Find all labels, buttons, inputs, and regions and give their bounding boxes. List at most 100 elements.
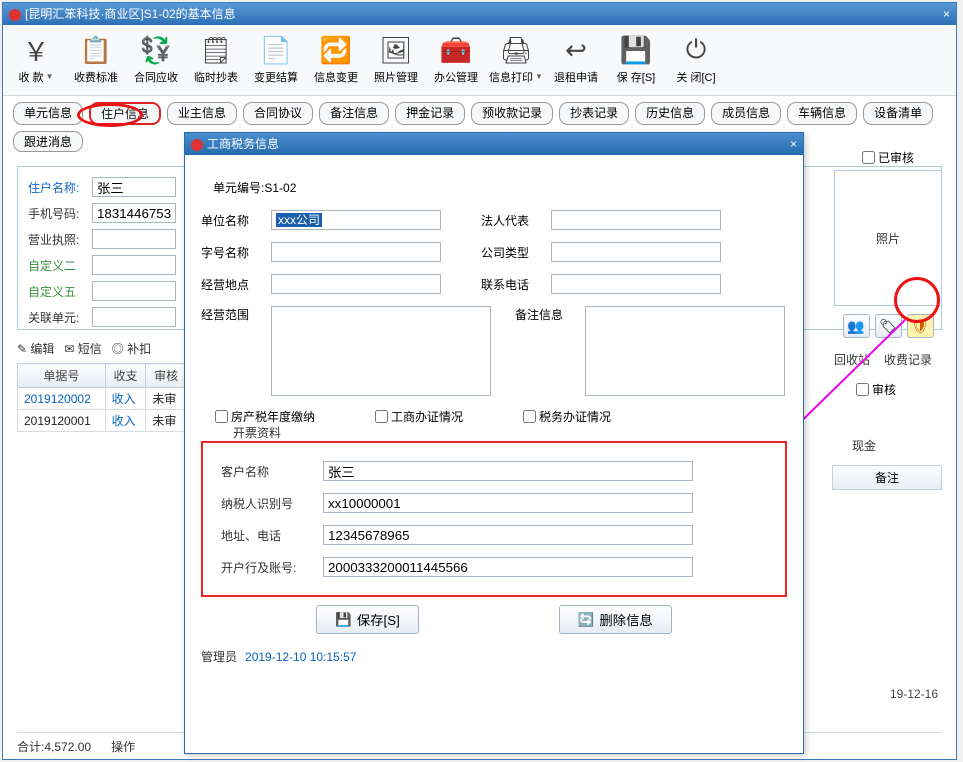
license-input[interactable] bbox=[92, 229, 176, 249]
tax-info-modal: 工商税务信息 × 单元编号:S1-02 单位名称 xxx公司 法人代表 字号名称… bbox=[184, 132, 804, 754]
toolbar-btn-0[interactable]: ￥收 款▼ bbox=[7, 31, 65, 91]
related-unit-label: 关联单元: bbox=[28, 309, 88, 326]
tab-7[interactable]: 抄表记录 bbox=[559, 102, 629, 125]
toolbar-btn-7[interactable]: 🧰办公管理 bbox=[427, 31, 485, 91]
toolbar-btn-6[interactable]: 🖼照片管理 bbox=[367, 31, 425, 91]
tab-12[interactable]: 跟进消息 bbox=[13, 131, 83, 152]
company-input[interactable]: xxx公司 bbox=[271, 210, 441, 230]
toolbar-icon: ⏻ bbox=[679, 33, 713, 67]
right-date: 19-12-16 bbox=[890, 687, 938, 701]
addr-label: 经营地点 bbox=[201, 276, 261, 293]
toolbar-btn-11[interactable]: ⏻关 闭[C] bbox=[667, 31, 725, 91]
brand-label: 字号名称 bbox=[201, 244, 261, 261]
tab-8[interactable]: 历史信息 bbox=[635, 102, 705, 125]
toolbar-btn-1[interactable]: 📋收费标准 bbox=[67, 31, 125, 91]
timestamp: 2019-12-10 10:15:57 bbox=[245, 650, 356, 664]
ctype-input[interactable] bbox=[551, 242, 721, 262]
modal-title-bar: 工商税务信息 × bbox=[185, 133, 803, 155]
oper-label: 操作 bbox=[111, 738, 135, 755]
chk-tax-cert[interactable]: 税务办证情况 bbox=[523, 408, 611, 425]
user-icon-button[interactable]: 👥 bbox=[843, 314, 870, 338]
chk-biz-cert[interactable]: 工商办证情况 bbox=[375, 408, 463, 425]
tab-9[interactable]: 成员信息 bbox=[711, 102, 781, 125]
toolbar-icon: 💱 bbox=[139, 33, 173, 67]
sms-button[interactable]: ✉ 短信 bbox=[64, 340, 101, 357]
remark-textarea[interactable] bbox=[585, 306, 785, 396]
toolbar-icon: 🖨 bbox=[499, 33, 533, 67]
reviewed-checkbox[interactable]: 已审核 bbox=[834, 149, 942, 166]
custom5-label: 自定义五 bbox=[28, 283, 88, 300]
window-title: [昆明汇笨科技·商业区]S1-02的基本信息 bbox=[25, 7, 236, 21]
chk-property-tax[interactable]: 房产税年度缴纳 bbox=[215, 408, 315, 425]
chevron-down-icon: ▼ bbox=[535, 72, 543, 81]
tag-icon-button[interactable]: 🏷 bbox=[875, 314, 902, 338]
toolbar-icon: ￥ bbox=[19, 33, 53, 67]
tab-3[interactable]: 合同协议 bbox=[243, 102, 313, 125]
table-row[interactable]: 2019120002收入未审 bbox=[18, 388, 187, 410]
toolbar-icon: 📄 bbox=[259, 33, 293, 67]
cust-label: 客户名称 bbox=[221, 463, 323, 480]
recycle-link[interactable]: 回收站 bbox=[834, 351, 870, 368]
toolbar-icon: 📋 bbox=[79, 33, 113, 67]
phone-label: 手机号码: bbox=[28, 205, 88, 222]
toolbar-btn-3[interactable]: 🗒临时抄表 bbox=[187, 31, 245, 91]
toolbar-icon: 🧰 bbox=[439, 33, 473, 67]
app-icon bbox=[9, 9, 21, 21]
toolbar-btn-2[interactable]: 💱合同应收 bbox=[127, 31, 185, 91]
tab-1[interactable]: 住户信息 bbox=[89, 102, 161, 125]
addr-input[interactable] bbox=[271, 274, 441, 294]
modal-close-button[interactable]: × bbox=[790, 133, 797, 155]
tel-input[interactable] bbox=[551, 274, 721, 294]
toolbar-btn-8[interactable]: 🖨信息打印▼ bbox=[487, 31, 545, 91]
tab-11[interactable]: 设备清单 bbox=[863, 102, 933, 125]
tab-10[interactable]: 车辆信息 bbox=[787, 102, 857, 125]
toolbar-icon: 💾 bbox=[619, 33, 653, 67]
tel-label: 联系电话 bbox=[481, 276, 541, 293]
modal-title: 工商税务信息 bbox=[207, 137, 279, 151]
window-close-button[interactable]: × bbox=[943, 3, 950, 25]
fill-button[interactable]: ◎ 补扣 bbox=[112, 340, 151, 357]
save-icon: 💾 bbox=[335, 612, 352, 628]
tab-2[interactable]: 业主信息 bbox=[167, 102, 237, 125]
tab-4[interactable]: 备注信息 bbox=[319, 102, 389, 125]
legal-input[interactable] bbox=[551, 210, 721, 230]
tab-6[interactable]: 预收款记录 bbox=[471, 102, 553, 125]
taxid-label: 纳税人识别号 bbox=[221, 495, 323, 512]
table-header: 收支 bbox=[105, 364, 146, 388]
toolbar-btn-9[interactable]: ↩退租申请 bbox=[547, 31, 605, 91]
modal-body: 单元编号:S1-02 单位名称 xxx公司 法人代表 字号名称 公司类型 经营地… bbox=[185, 155, 803, 679]
table-row[interactable]: 2019120001收入未审 bbox=[18, 410, 187, 432]
cust-input[interactable] bbox=[323, 461, 693, 481]
fee-record-link[interactable]: 收费记录 bbox=[884, 351, 932, 368]
related-unit-input[interactable] bbox=[92, 307, 176, 327]
bank-input[interactable] bbox=[323, 557, 693, 577]
ctype-label: 公司类型 bbox=[481, 244, 541, 261]
right-links: 回收站 收费记录 bbox=[834, 351, 932, 368]
legal-label: 法人代表 bbox=[481, 212, 541, 229]
total-value: 4,572.00 bbox=[44, 740, 91, 754]
tab-5[interactable]: 押金记录 bbox=[395, 102, 465, 125]
license-label: 营业执照: bbox=[28, 231, 88, 248]
taxid-input[interactable] bbox=[323, 493, 693, 513]
audit-checkbox[interactable]: 审核 bbox=[856, 381, 896, 398]
scope-textarea[interactable] bbox=[271, 306, 491, 396]
shield-icon-button[interactable]: 🛡 bbox=[907, 314, 934, 338]
edit-button[interactable]: ✎ 编辑 bbox=[17, 340, 54, 357]
custom2-input[interactable] bbox=[92, 255, 176, 275]
modal-icon bbox=[191, 139, 203, 151]
custom5-input[interactable] bbox=[92, 281, 176, 301]
photo-box[interactable]: 照片 bbox=[834, 170, 942, 306]
save-button[interactable]: 💾保存[S] bbox=[316, 605, 419, 634]
delete-button[interactable]: 🔄删除信息 bbox=[559, 605, 672, 634]
unit-no-value: S1-02 bbox=[264, 181, 296, 195]
addrtel-label: 地址、电话 bbox=[221, 527, 323, 544]
toolbar-btn-5[interactable]: 🔁信息变更 bbox=[307, 31, 365, 91]
brand-input[interactable] bbox=[271, 242, 441, 262]
table-header: 单据号 bbox=[18, 364, 106, 388]
toolbar-btn-10[interactable]: 💾保 存[S] bbox=[607, 31, 665, 91]
addrtel-input[interactable] bbox=[323, 525, 693, 545]
resident-name-input[interactable] bbox=[92, 177, 176, 197]
tab-0[interactable]: 单元信息 bbox=[13, 102, 83, 125]
phone-input[interactable] bbox=[92, 203, 176, 223]
toolbar-btn-4[interactable]: 📄变更结算 bbox=[247, 31, 305, 91]
